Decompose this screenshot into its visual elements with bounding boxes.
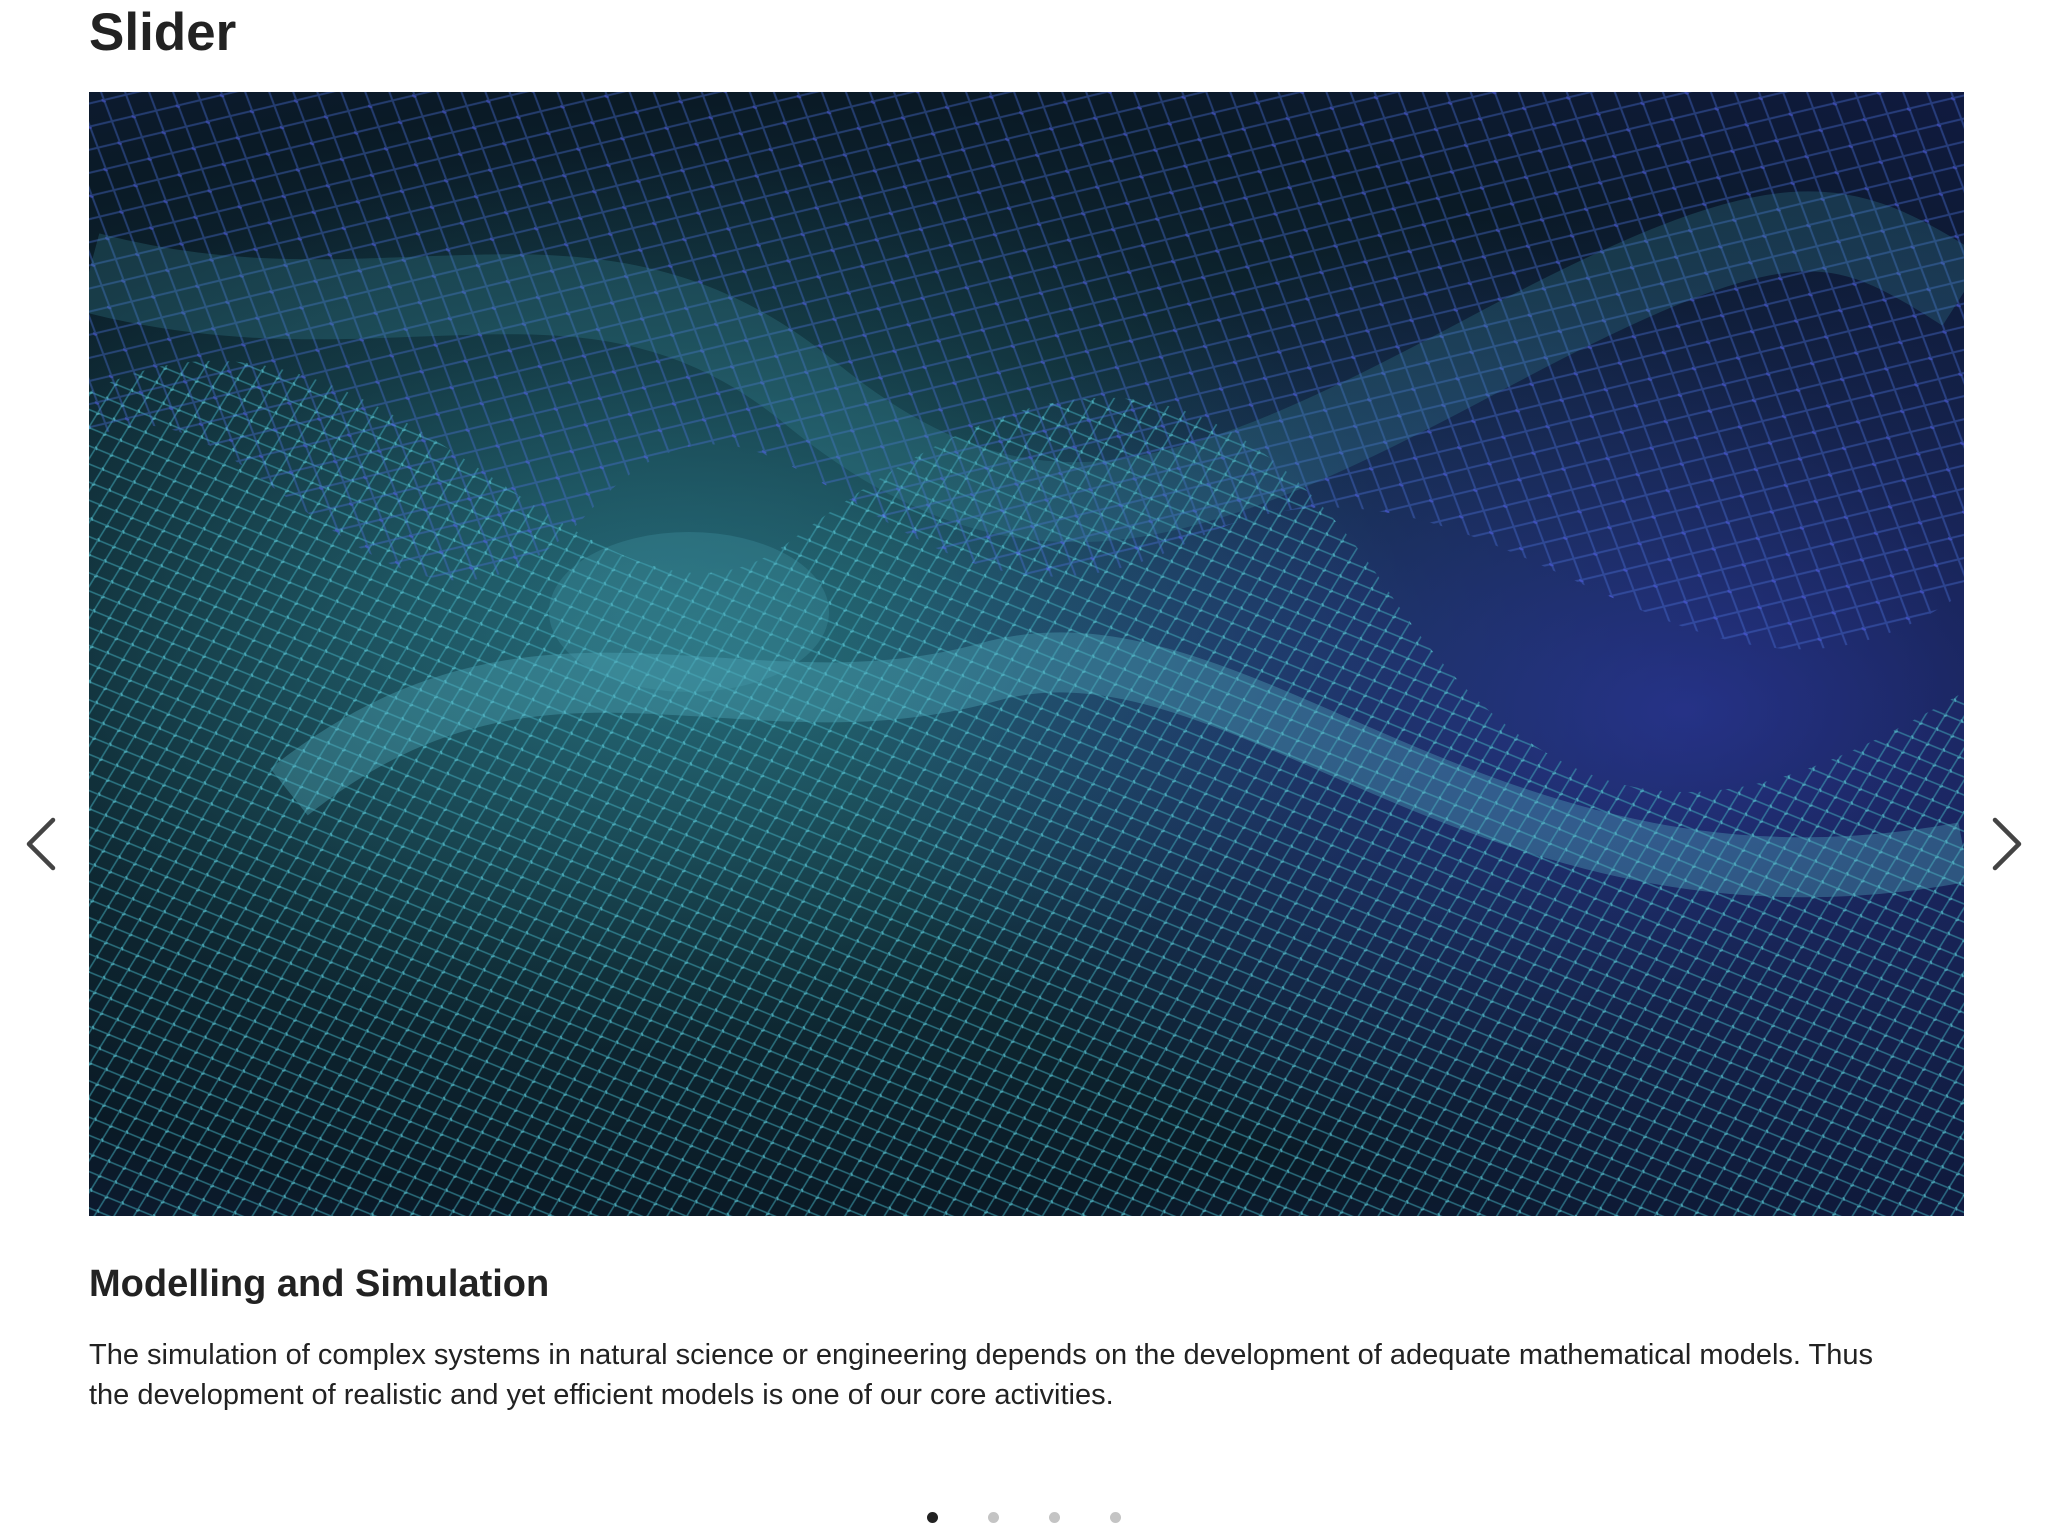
next-slide-button[interactable] — [1982, 812, 2032, 876]
slide-indicators — [0, 1512, 2048, 1536]
page-title: Slider — [89, 3, 237, 62]
slide-indicator-dot-2[interactable] — [988, 1512, 999, 1523]
slide-image — [89, 92, 1964, 1216]
slide-title: Modelling and Simulation — [89, 1263, 550, 1305]
chevron-left-icon — [26, 817, 56, 871]
slide-indicator-dot-4[interactable] — [1110, 1512, 1121, 1523]
previous-slide-button[interactable] — [16, 812, 66, 876]
chevron-right-icon — [1992, 817, 2022, 871]
slide-indicator-dot-1[interactable] — [927, 1512, 938, 1523]
image-slider: Modelling and Simulation The simulation … — [0, 92, 2048, 1536]
slide-description: The simulation of complex systems in nat… — [89, 1339, 1873, 1411]
slide-indicator-dot-3[interactable] — [1049, 1512, 1060, 1523]
